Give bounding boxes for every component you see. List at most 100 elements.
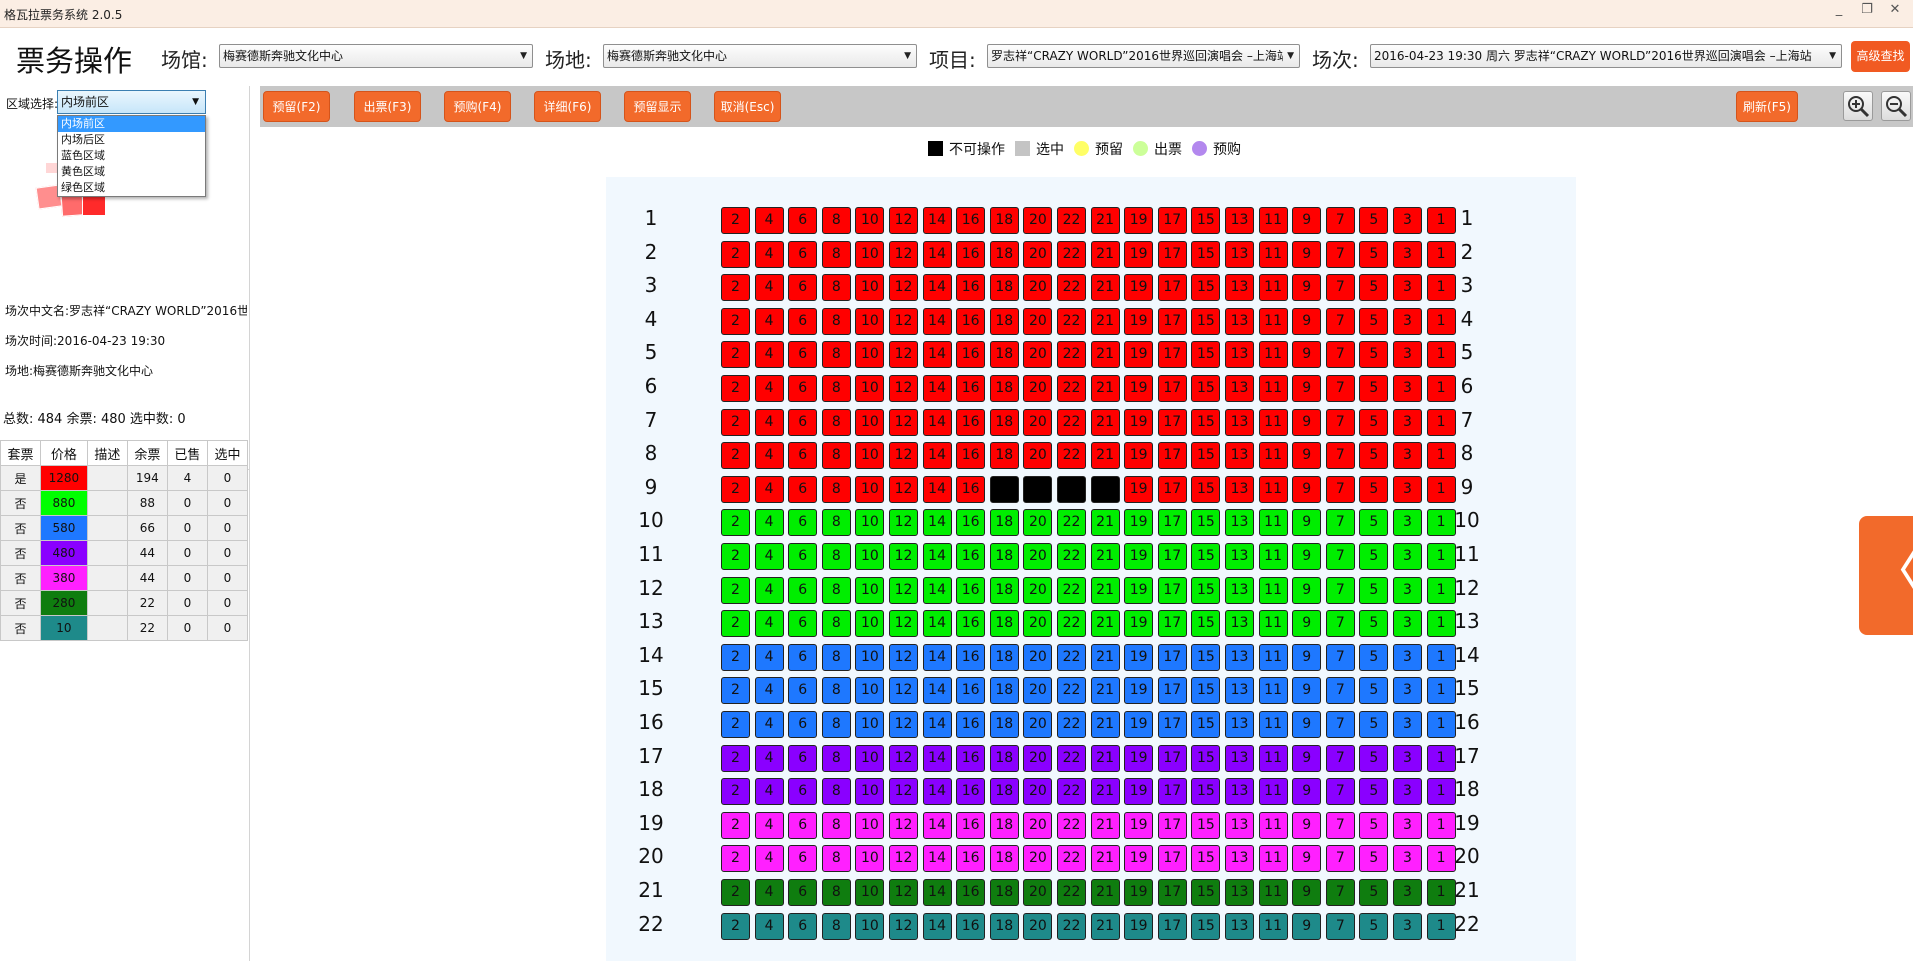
seat[interactable]: 16 (956, 610, 986, 638)
seat[interactable]: 9 (1292, 341, 1322, 369)
seat[interactable]: 3 (1393, 442, 1422, 470)
seat[interactable]: 18 (989, 442, 1019, 470)
seat[interactable]: 1 (1426, 845, 1456, 873)
seat[interactable]: 12 (889, 408, 918, 436)
seat[interactable]: 12 (889, 240, 918, 268)
seat[interactable]: 14 (922, 677, 952, 705)
seat[interactable]: 1 (1426, 408, 1456, 436)
seat[interactable]: 17 (1157, 711, 1187, 738)
seat[interactable]: 21 (1090, 845, 1120, 873)
seat[interactable]: 11 (1258, 240, 1288, 268)
seat[interactable]: 11 (1258, 543, 1288, 570)
seat[interactable]: 10 (855, 207, 885, 234)
seat[interactable]: 19 (1124, 778, 1154, 806)
seat[interactable]: 6 (788, 811, 818, 839)
seat[interactable]: 18 (989, 274, 1019, 302)
seat[interactable]: 10 (855, 307, 885, 335)
table-row[interactable]: 否 380 44 0 0 (0, 565, 249, 591)
seat[interactable]: 10 (855, 845, 885, 873)
seat[interactable]: 12 (889, 744, 918, 772)
seat[interactable]: 19 (1124, 576, 1154, 604)
zoom-in-button[interactable] (1843, 91, 1873, 121)
seat[interactable]: 14 (922, 845, 952, 873)
seat[interactable]: 14 (922, 711, 952, 738)
seat[interactable]: 15 (1191, 643, 1221, 671)
seat[interactable]: 5 (1359, 711, 1389, 738)
seat[interactable]: 9 (1292, 576, 1322, 604)
seat[interactable]: 21 (1090, 879, 1120, 906)
seat[interactable]: 6 (788, 442, 818, 470)
seat[interactable]: 14 (922, 543, 952, 570)
seat[interactable]: 6 (788, 879, 818, 906)
seat[interactable]: 20 (1023, 811, 1053, 839)
seat[interactable]: 15 (1191, 509, 1221, 537)
seat[interactable]: 11 (1258, 307, 1288, 335)
seat[interactable]: 12 (889, 912, 918, 940)
seat[interactable]: 5 (1359, 643, 1389, 671)
seat[interactable]: 7 (1325, 744, 1355, 772)
table-row[interactable]: 否 280 22 0 0 (0, 590, 249, 616)
seat[interactable]: 19 (1124, 677, 1154, 705)
table-row[interactable]: 否 480 44 0 0 (0, 540, 249, 566)
seat[interactable]: 4 (754, 442, 784, 470)
seat[interactable]: 18 (989, 643, 1019, 671)
seat[interactable]: 13 (1225, 543, 1254, 570)
table-row[interactable]: 是 1280 194 4 0 (0, 465, 249, 491)
reserve-button[interactable]: 预留(F2) (263, 91, 330, 122)
seat[interactable]: 1 (1426, 744, 1456, 772)
seat[interactable]: 6 (788, 845, 818, 873)
seat[interactable]: 21 (1090, 274, 1120, 302)
seat[interactable]: 21 (1090, 509, 1120, 537)
seat[interactable]: 19 (1124, 341, 1154, 369)
seat[interactable]: 8 (821, 341, 851, 369)
seat[interactable]: 8 (821, 845, 851, 873)
seat[interactable]: 12 (889, 879, 918, 906)
seat[interactable]: 19 (1124, 375, 1154, 402)
seat[interactable]: 22 (1057, 845, 1086, 873)
seat[interactable]: 19 (1124, 811, 1154, 839)
seat[interactable]: 16 (956, 778, 986, 806)
seat[interactable]: 9 (1292, 240, 1322, 268)
seat[interactable]: 12 (889, 643, 918, 671)
seat[interactable]: 8 (821, 811, 851, 839)
seat[interactable]: 21 (1090, 408, 1120, 436)
seat[interactable]: 20 (1023, 408, 1053, 436)
issue-ticket-button[interactable]: 出票(F3) (354, 91, 421, 122)
restore-button[interactable]: ❐ (1853, 1, 1881, 21)
seat[interactable]: 11 (1258, 442, 1288, 470)
seat[interactable]: 8 (821, 643, 851, 671)
seat[interactable]: 22 (1057, 408, 1086, 436)
seat[interactable]: 4 (754, 307, 784, 335)
seat[interactable]: 17 (1157, 509, 1187, 537)
seat[interactable]: 18 (989, 509, 1019, 537)
seat[interactable]: 9 (1292, 778, 1322, 806)
area-option[interactable]: 黄色区域 (58, 164, 205, 180)
seat[interactable]: 4 (754, 509, 784, 537)
seat[interactable]: 22 (1057, 341, 1086, 369)
seat[interactable]: 8 (821, 475, 851, 503)
seat[interactable]: 12 (889, 677, 918, 705)
seat[interactable]: 5 (1359, 811, 1389, 839)
seat[interactable]: 13 (1225, 778, 1254, 806)
seat[interactable]: 16 (956, 912, 986, 940)
seat[interactable]: 13 (1225, 207, 1254, 234)
seat[interactable]: 20 (1023, 274, 1053, 302)
seat[interactable]: 18 (989, 576, 1019, 604)
seat[interactable]: 10 (855, 408, 885, 436)
seat[interactable]: 17 (1157, 677, 1187, 705)
seat[interactable]: 3 (1393, 811, 1422, 839)
seat[interactable]: 3 (1393, 408, 1422, 436)
seat[interactable]: 3 (1393, 744, 1422, 772)
seat[interactable]: 12 (889, 274, 918, 302)
seat[interactable]: 13 (1225, 610, 1254, 638)
seat[interactable]: 18 (989, 543, 1019, 570)
seat[interactable]: 3 (1393, 576, 1422, 604)
seat[interactable]: 12 (889, 543, 918, 570)
seat[interactable]: 4 (754, 375, 784, 402)
seat[interactable]: 5 (1359, 543, 1389, 570)
table-row[interactable]: 否 580 66 0 0 (0, 515, 249, 541)
seat[interactable]: 1 (1426, 879, 1456, 906)
seat[interactable]: 15 (1191, 845, 1221, 873)
seat[interactable]: 14 (922, 307, 952, 335)
seat[interactable]: 19 (1124, 442, 1154, 470)
